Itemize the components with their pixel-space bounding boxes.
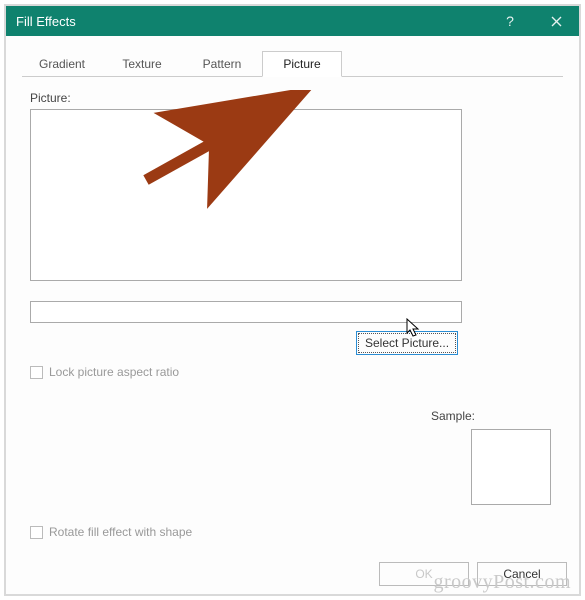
- select-picture-button[interactable]: Select Picture...: [356, 331, 458, 355]
- picture-preview-area: [30, 109, 462, 281]
- lock-aspect-checkbox[interactable]: [30, 366, 43, 379]
- picture-name-field[interactable]: [30, 301, 462, 323]
- tab-gradient[interactable]: Gradient: [22, 51, 102, 77]
- lock-aspect-label: Lock picture aspect ratio: [49, 365, 179, 379]
- lock-aspect-row[interactable]: Lock picture aspect ratio: [30, 365, 555, 379]
- titlebar: Fill Effects ?: [6, 6, 579, 36]
- dialog-button-row: OK Cancel: [379, 562, 567, 586]
- tab-pattern[interactable]: Pattern: [182, 51, 262, 77]
- close-icon: [551, 16, 562, 27]
- sample-label: Sample:: [431, 409, 475, 423]
- dialog-window: Fill Effects ? Gradient Texture Pattern …: [4, 4, 581, 596]
- ok-button[interactable]: OK: [379, 562, 469, 586]
- picture-label: Picture:: [30, 91, 555, 105]
- tab-panel-picture: Picture: Select Picture... Lock picture …: [6, 77, 579, 555]
- tab-strip: Gradient Texture Pattern Picture: [22, 50, 563, 77]
- tab-texture[interactable]: Texture: [102, 51, 182, 77]
- cancel-button[interactable]: Cancel: [477, 562, 567, 586]
- help-button[interactable]: ?: [487, 6, 533, 36]
- rotate-fill-row[interactable]: Rotate fill effect with shape: [30, 525, 192, 539]
- dialog-title: Fill Effects: [16, 14, 487, 29]
- close-button[interactable]: [533, 6, 579, 36]
- sample-preview: [471, 429, 551, 505]
- dialog-content: Gradient Texture Pattern Picture Picture…: [6, 36, 579, 594]
- rotate-fill-label: Rotate fill effect with shape: [49, 525, 192, 539]
- tab-picture[interactable]: Picture: [262, 51, 342, 77]
- rotate-fill-checkbox[interactable]: [30, 526, 43, 539]
